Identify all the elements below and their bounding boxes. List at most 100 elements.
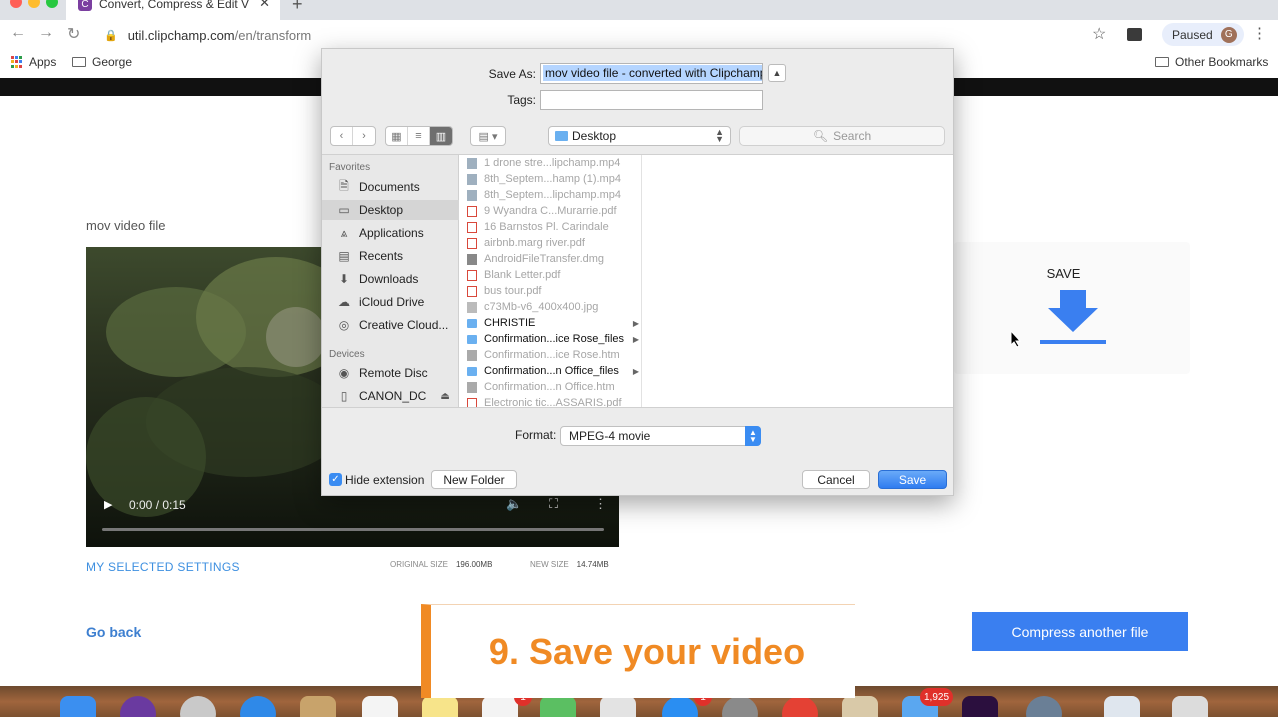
- file-row[interactable]: Blank Letter.pdf: [461, 267, 641, 283]
- reload-icon[interactable]: ↻: [67, 24, 80, 44]
- expand-dialog-button[interactable]: ▲: [768, 64, 786, 82]
- browser-tab[interactable]: C Convert, Compress & Edit Video ✕: [66, 0, 280, 20]
- browser-menu-icon[interactable]: ⋮: [1252, 24, 1267, 42]
- folder-icon: [1155, 57, 1169, 67]
- mouse-pointer-icon: [1010, 330, 1022, 348]
- file-row[interactable]: Confirmation...n Office_files ▶: [461, 363, 641, 379]
- contacts-icon[interactable]: [300, 696, 336, 717]
- launchpad-icon[interactable]: [180, 696, 216, 717]
- creative-cloud-icon: ◎: [338, 318, 350, 332]
- file-row[interactable]: Electronic tic...ASSARIS.pdf: [461, 395, 641, 407]
- close-tab-icon[interactable]: ✕: [259, 0, 270, 11]
- preview-icon[interactable]: [842, 696, 878, 717]
- extension-icon[interactable]: [1127, 28, 1142, 41]
- sidebar-item-desktop[interactable]: ▭ Desktop: [322, 200, 459, 220]
- url-path: /en/transform: [234, 27, 312, 43]
- sidebar-item-recents[interactable]: ▤ Recents: [322, 246, 459, 266]
- chevron-updown-icon: ▲ ▼: [715, 127, 724, 144]
- selected-settings-link[interactable]: MY SELECTED SETTINGS: [86, 560, 240, 574]
- format-label: Format:: [515, 428, 557, 442]
- reminders-icon[interactable]: [482, 696, 518, 717]
- hide-extension-checkbox[interactable]: ✓: [329, 473, 342, 486]
- cloud-icon: ☁: [338, 295, 350, 309]
- app-store-icon[interactable]: [662, 696, 698, 717]
- file-row[interactable]: Confirmation...ice Rose_files ▶: [461, 331, 641, 347]
- file-row[interactable]: 1 drone stre...lipchamp.mp4: [461, 155, 641, 171]
- tags-input[interactable]: [540, 90, 763, 110]
- go-back-link[interactable]: Go back: [86, 624, 141, 640]
- file-row[interactable]: c73Mb-v6_400x400.jpg: [461, 299, 641, 315]
- file-row[interactable]: 16 Barnstos Pl. Carindale: [461, 219, 641, 235]
- forward-arrow-icon[interactable]: →: [38, 24, 54, 42]
- back-arrow-icon[interactable]: ←: [10, 24, 26, 42]
- other-bookmarks[interactable]: Other Bookmarks: [1155, 55, 1268, 69]
- sidebar-item-label: Documents: [359, 180, 420, 194]
- group-by-icon[interactable]: ▤ ▾: [471, 127, 505, 145]
- file-row[interactable]: airbnb.marg river.pdf: [461, 235, 641, 251]
- profile-button[interactable]: Paused G: [1162, 23, 1244, 46]
- disclosure-arrow-icon: ▶: [632, 334, 639, 344]
- eject-icon[interactable]: ⏏: [440, 391, 449, 402]
- save-card[interactable]: SAVE: [954, 242, 1190, 374]
- sidebar-item-label: Desktop: [359, 203, 404, 217]
- column-view-icon[interactable]: ▥: [430, 127, 452, 145]
- play-icon[interactable]: ▶: [104, 498, 112, 511]
- pdf-file-icon: [467, 285, 477, 297]
- location-select[interactable]: Desktop ▲ ▼: [548, 126, 731, 146]
- bookmark-george[interactable]: George: [72, 55, 132, 69]
- zoom-window-button[interactable]: [46, 0, 58, 8]
- sidebar-item-applications[interactable]: ⩓ Applications: [322, 223, 459, 243]
- safari-icon[interactable]: [240, 696, 276, 717]
- sidebar-item-creative-cloud[interactable]: ◎ Creative Cloud...: [322, 315, 459, 335]
- photos-icon[interactable]: [600, 696, 636, 717]
- bookmark-label: Apps: [29, 55, 57, 69]
- minimize-window-button[interactable]: [28, 0, 40, 8]
- camera-icon[interactable]: [1026, 696, 1062, 717]
- sidebar-item-canon-dc[interactable]: ▯ CANON_DC ⏏: [322, 386, 459, 406]
- new-folder-button[interactable]: New Folder: [431, 470, 517, 489]
- bookmark-star-icon[interactable]: ☆: [1092, 24, 1106, 44]
- file-row[interactable]: Confirmation...ice Rose.htm: [461, 347, 641, 363]
- sidebar-item-icloud[interactable]: ☁ iCloud Drive: [322, 292, 459, 312]
- trash-icon[interactable]: [1172, 696, 1208, 717]
- save-as-input[interactable]: mov video file - converted with Clipcham…: [540, 63, 763, 84]
- icon-view-icon[interactable]: ▦: [386, 127, 408, 145]
- sidebar-item-label: iCloud Drive: [359, 295, 425, 309]
- file-row[interactable]: 8th_Septem...hamp (1).mp4: [461, 171, 641, 187]
- video-seek-bar[interactable]: [102, 528, 604, 531]
- file-row[interactable]: 8th_Septem...lipchamp.mp4: [461, 187, 641, 203]
- format-select[interactable]: MPEG-4 movie ▲ ▼: [560, 426, 761, 446]
- system-preferences-icon[interactable]: [722, 696, 758, 717]
- siri-icon[interactable]: [120, 696, 156, 717]
- save-button[interactable]: Save: [878, 470, 947, 489]
- fullscreen-icon[interactable]: ⛶: [549, 496, 558, 512]
- address-bar[interactable]: 🔒 util.clipchamp.com/en/transform: [96, 23, 1118, 47]
- file-name: 1 drone stre...lipchamp.mp4: [484, 157, 621, 169]
- file-row[interactable]: CHRISTIE ▶: [461, 315, 641, 331]
- back-chevron-icon[interactable]: ‹: [331, 127, 353, 145]
- forward-chevron-icon[interactable]: ›: [353, 127, 375, 145]
- sidebar-item-downloads[interactable]: ⬇ Downloads: [322, 269, 459, 289]
- sidebar-item-remote-disc[interactable]: ◉ Remote Disc: [322, 363, 459, 383]
- finder-icon[interactable]: [60, 696, 96, 717]
- list-view-icon[interactable]: ≡: [408, 127, 430, 145]
- sidebar-item-documents[interactable]: 🗎 Documents: [322, 177, 459, 197]
- close-window-button[interactable]: [10, 0, 22, 8]
- file-row[interactable]: 9 Wyandra C...Murarrie.pdf: [461, 203, 641, 219]
- file-row[interactable]: bus tour.pdf: [461, 283, 641, 299]
- volume-icon[interactable]: 🔈: [506, 496, 522, 512]
- chrome-icon[interactable]: [782, 696, 818, 717]
- maps-icon[interactable]: [540, 696, 576, 717]
- search-field[interactable]: 🔍︎ Search: [739, 126, 945, 146]
- new-tab-button[interactable]: +: [292, 0, 303, 15]
- premiere-icon[interactable]: [962, 696, 998, 717]
- file-row[interactable]: Confirmation...n Office.htm: [461, 379, 641, 395]
- notes-icon[interactable]: [422, 696, 458, 717]
- cancel-button[interactable]: Cancel: [802, 470, 870, 489]
- bookmark-apps[interactable]: Apps: [11, 55, 56, 69]
- compress-another-button[interactable]: Compress another file: [972, 612, 1188, 651]
- file-row[interactable]: AndroidFileTransfer.dmg: [461, 251, 641, 267]
- more-options-icon[interactable]: ⋮: [594, 496, 607, 512]
- screenshot-icon[interactable]: [1104, 696, 1140, 717]
- calendar-icon[interactable]: [362, 696, 398, 717]
